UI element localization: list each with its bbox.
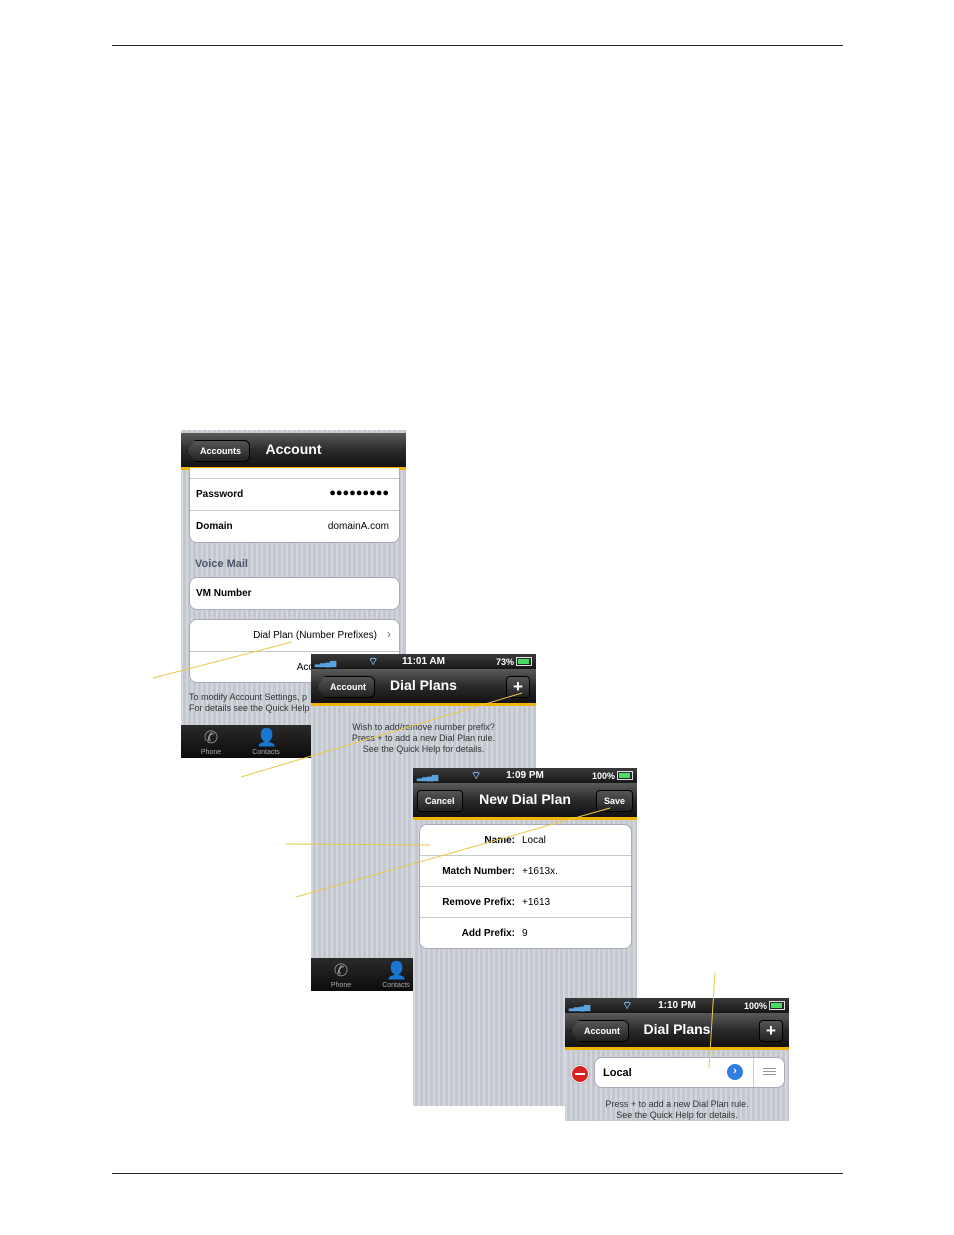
callout-dial-plan-line — [152, 641, 293, 679]
callout-plus-line — [240, 692, 523, 778]
callout-name-line — [285, 843, 431, 846]
callout-item-line — [708, 972, 716, 1069]
callout-save-line — [295, 807, 611, 898]
callout-lines — [152, 641, 716, 1069]
